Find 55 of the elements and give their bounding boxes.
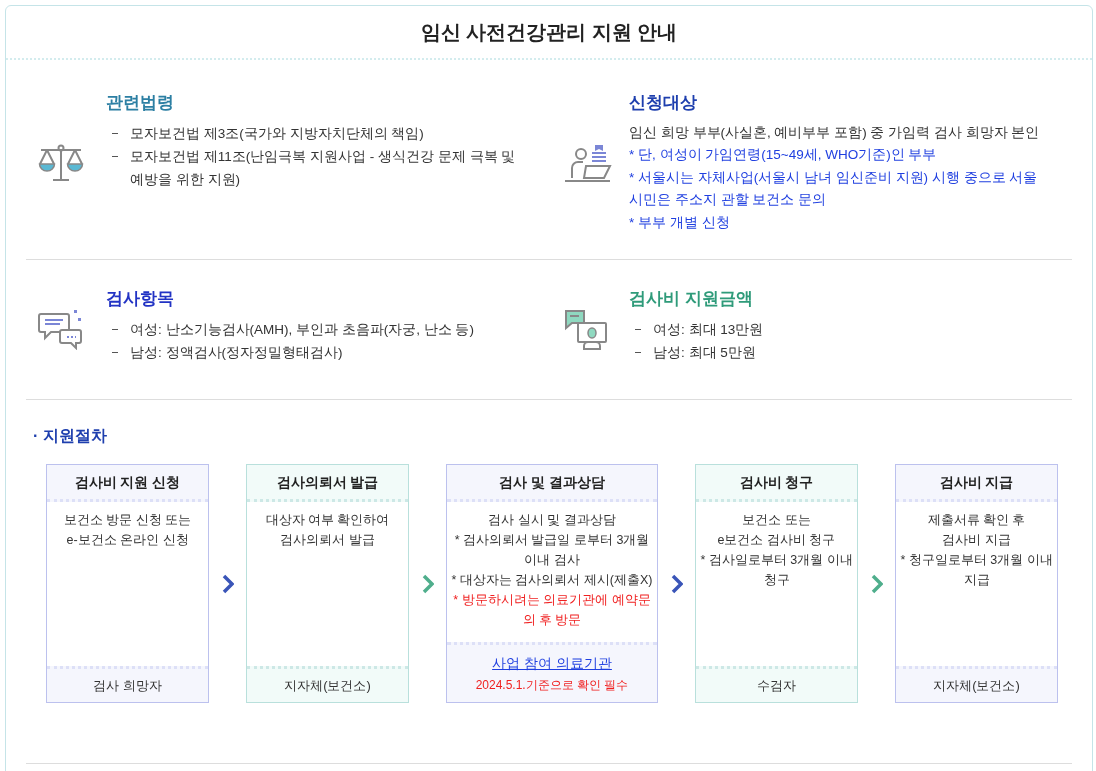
- step-text: 대상자 여부 확인하여: [265, 512, 390, 529]
- section-heading: 검사항목: [106, 288, 175, 310]
- list-text: 여성: 최대 13만원: [653, 320, 764, 339]
- step-title: 검사비 지원 신청: [74, 472, 181, 492]
- step-text: 검사 실시 및 결과상담: [488, 512, 616, 529]
- step-title: 검사비 청구: [739, 472, 814, 492]
- chevron-right-icon: [421, 573, 434, 594]
- chevron-right-icon: [870, 573, 883, 594]
- step-title: 검사 및 결과상담: [499, 472, 605, 492]
- step-text: * 청구일로부터 3개월 이내 지급: [899, 552, 1054, 589]
- step-text: * 검사일로부터 3개월 이내 청구: [699, 552, 854, 589]
- step-text: e-보건소 온라인 신청: [66, 532, 189, 549]
- step-footer-text: 검사 희망자: [93, 676, 162, 695]
- chat-person-icon: [564, 308, 608, 351]
- chevron-right-icon: [221, 573, 234, 594]
- step-text: 보건소 또는: [742, 512, 811, 529]
- dash-bullet-icon: [112, 328, 118, 330]
- list-text: 여성: 난소기능검사(AMH), 부인과 초음파(자궁, 난소 등): [130, 320, 474, 339]
- note-text: * 서울시는 자체사업(서울시 남녀 임신준비 지원) 시행 중으로 서울시민은 주소지 관할 보건소 문의: [629, 168, 1039, 209]
- step-text: 제출서류 확인 후: [927, 512, 1026, 529]
- step-footer-text: 지자체(보건소): [933, 676, 1020, 695]
- step-title: 검사비 지급: [939, 472, 1014, 492]
- step-title: 검사의뢰서 발급: [276, 472, 379, 492]
- participating-clinics-link[interactable]: 사업 참여 의료기관: [492, 653, 612, 674]
- list-text: 남성: 최대 5만원: [653, 343, 756, 362]
- note-text: * 단, 여성이 가임연령(15~49세, WHO기준)인 부부: [629, 146, 938, 164]
- chat-bubbles-icon: [38, 309, 84, 350]
- section-heading: · 지원절차: [33, 426, 107, 446]
- dash-bullet-icon: [112, 132, 118, 134]
- step-text: e보건소 검사비 청구: [717, 532, 836, 549]
- section-heading: 신청대상: [629, 92, 698, 114]
- step-footer-text: 수검자: [757, 676, 796, 695]
- list-text: 남성: 정액검사(정자정밀형태검사): [130, 343, 343, 362]
- body-text: 임신 희망 부부(사실혼, 예비부부 포함) 중 가임력 검사 희망자 본인: [629, 123, 1041, 142]
- step-text: 보건소 방문 신청 또는: [63, 512, 192, 529]
- step-text: * 대상자는 검사의뢰서 제시(제출X): [451, 572, 653, 589]
- warning-text: 2024.5.1.기준으로 확인 필수: [475, 677, 629, 694]
- note-text: * 부부 개별 신청: [629, 213, 731, 232]
- page-title: 임신 사전건강관리 지원 안내: [420, 20, 678, 45]
- step-text: 검사의뢰서 발급: [280, 532, 375, 549]
- scales-icon: [38, 143, 84, 184]
- dash-bullet-icon: [635, 351, 641, 353]
- step-text: 검사비 지급: [942, 532, 1011, 549]
- person-laptop-icon: [564, 143, 612, 184]
- step-footer-text: 지자체(보건소): [284, 676, 371, 695]
- list-text: 모자보건법 제3조(국가와 지방자치단체의 책임): [130, 124, 424, 143]
- dash-bullet-icon: [635, 328, 641, 330]
- list-text: 모자보건법 제11조(난임극복 지원사업 - 생식건강 문제 극복 및 예방을 위한 지원): [130, 147, 517, 189]
- dash-bullet-icon: [112, 155, 118, 157]
- step-text: * 검사의뢰서 발급일 로부터 3개월 이내 검사: [453, 532, 651, 569]
- dash-bullet-icon: [112, 351, 118, 353]
- section-heading: 검사비 지원금액: [629, 288, 754, 310]
- warning-text: * 방문하시려는 의료기관에 예약문의 후 방문: [452, 592, 652, 629]
- section-heading: 관련법령: [106, 92, 175, 114]
- chevron-right-icon: [670, 573, 683, 594]
